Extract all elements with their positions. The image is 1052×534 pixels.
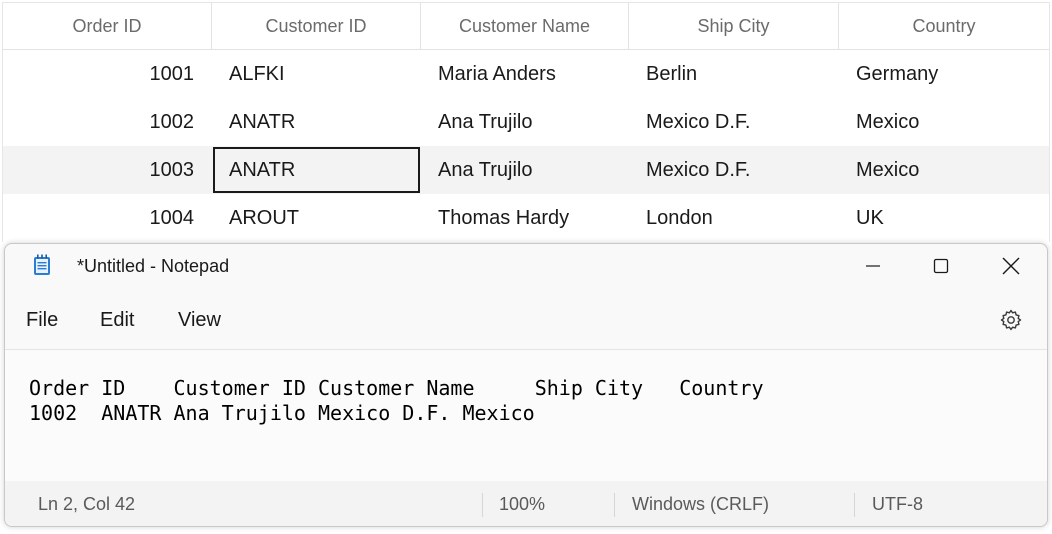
country-cell[interactable]: Mexico — [839, 98, 1049, 146]
order-id-cell[interactable]: 1004 — [3, 194, 212, 242]
text-editor[interactable]: Order ID Customer ID Customer Name Ship … — [5, 349, 1047, 482]
status-divider — [614, 493, 615, 517]
ship-city-cell[interactable]: London — [629, 194, 839, 242]
selected-customer-id-cell[interactable]: ANATR — [212, 146, 421, 194]
ship-city-cell[interactable]: Mexico D.F. — [629, 146, 839, 194]
customer-id-cell[interactable]: ANATR — [212, 98, 421, 146]
menu-bar: File Edit View — [5, 300, 1047, 340]
orders-grid[interactable]: Order ID Customer ID Customer Name Ship … — [2, 2, 1050, 242]
customer-id-cell[interactable]: ALFKI — [212, 50, 421, 98]
table-row[interactable]: 1001 ALFKI Maria Anders Berlin Germany — [3, 50, 1049, 98]
notepad-icon — [34, 254, 50, 275]
ship-city-cell[interactable]: Berlin — [629, 50, 839, 98]
country-cell[interactable]: Germany — [839, 50, 1049, 98]
encoding[interactable]: UTF-8 — [872, 481, 923, 526]
customer-name-cell[interactable]: Ana Trujilo — [421, 98, 629, 146]
country-cell[interactable]: UK — [839, 194, 1049, 242]
settings-button[interactable] — [999, 308, 1023, 332]
column-header-country[interactable]: Country — [839, 3, 1049, 49]
close-icon — [1002, 257, 1020, 275]
column-header-customer-name[interactable]: Customer Name — [421, 3, 629, 49]
close-button[interactable] — [977, 244, 1045, 288]
editor-content[interactable]: Order ID Customer ID Customer Name Ship … — [29, 376, 764, 426]
window-title: *Untitled - Notepad — [77, 256, 230, 276]
status-bar: Ln 2, Col 42 100% Windows (CRLF) UTF-8 — [5, 481, 1047, 526]
cursor-position: Ln 2, Col 42 — [38, 494, 136, 514]
minimize-button[interactable] — [839, 244, 907, 288]
editor-line-1: Order ID Customer ID Customer Name Ship … — [29, 376, 764, 400]
zoom-level[interactable]: 100% — [499, 481, 545, 526]
table-row[interactable]: 1002 ANATR Ana Trujilo Mexico D.F. Mexic… — [3, 98, 1049, 146]
ship-city-cell[interactable]: Mexico D.F. — [629, 98, 839, 146]
menu-view[interactable]: View — [178, 300, 221, 340]
line-ending[interactable]: Windows (CRLF) — [632, 481, 769, 526]
table-row[interactable]: 1003 ANATR Ana Trujilo Mexico D.F. Mexic… — [3, 146, 1049, 194]
customer-name-cell[interactable]: Ana Trujilo — [421, 146, 629, 194]
notepad-window[interactable]: *Untitled - Notepad File Edit View Order… — [4, 243, 1048, 527]
customer-name-cell[interactable]: Thomas Hardy — [421, 194, 629, 242]
customer-name-cell[interactable]: Maria Anders — [421, 50, 629, 98]
gear-icon — [1000, 309, 1022, 331]
maximize-button[interactable] — [907, 244, 975, 288]
column-header-customer-id[interactable]: Customer ID — [212, 3, 421, 49]
order-id-cell[interactable]: 1002 — [3, 98, 212, 146]
menu-edit[interactable]: Edit — [100, 300, 134, 340]
column-header-ship-city[interactable]: Ship City — [629, 3, 839, 49]
column-header-order-id[interactable]: Order ID — [3, 3, 212, 49]
order-id-cell[interactable]: 1001 — [3, 50, 212, 98]
country-cell[interactable]: Mexico — [839, 146, 1049, 194]
minimize-icon — [866, 265, 880, 267]
menu-file[interactable]: File — [26, 300, 58, 340]
title-bar[interactable]: *Untitled - Notepad — [5, 244, 1047, 288]
customer-id-cell[interactable]: AROUT — [212, 194, 421, 242]
status-divider — [854, 493, 855, 517]
maximize-icon — [933, 258, 949, 274]
status-divider — [482, 493, 483, 517]
order-id-cell[interactable]: 1003 — [3, 146, 212, 194]
grid-header: Order ID Customer ID Customer Name Ship … — [3, 3, 1049, 50]
table-row[interactable]: 1004 AROUT Thomas Hardy London UK — [3, 194, 1049, 242]
editor-line-2: 1002 ANATR Ana Trujilo Mexico D.F. Mexic… — [29, 401, 535, 425]
